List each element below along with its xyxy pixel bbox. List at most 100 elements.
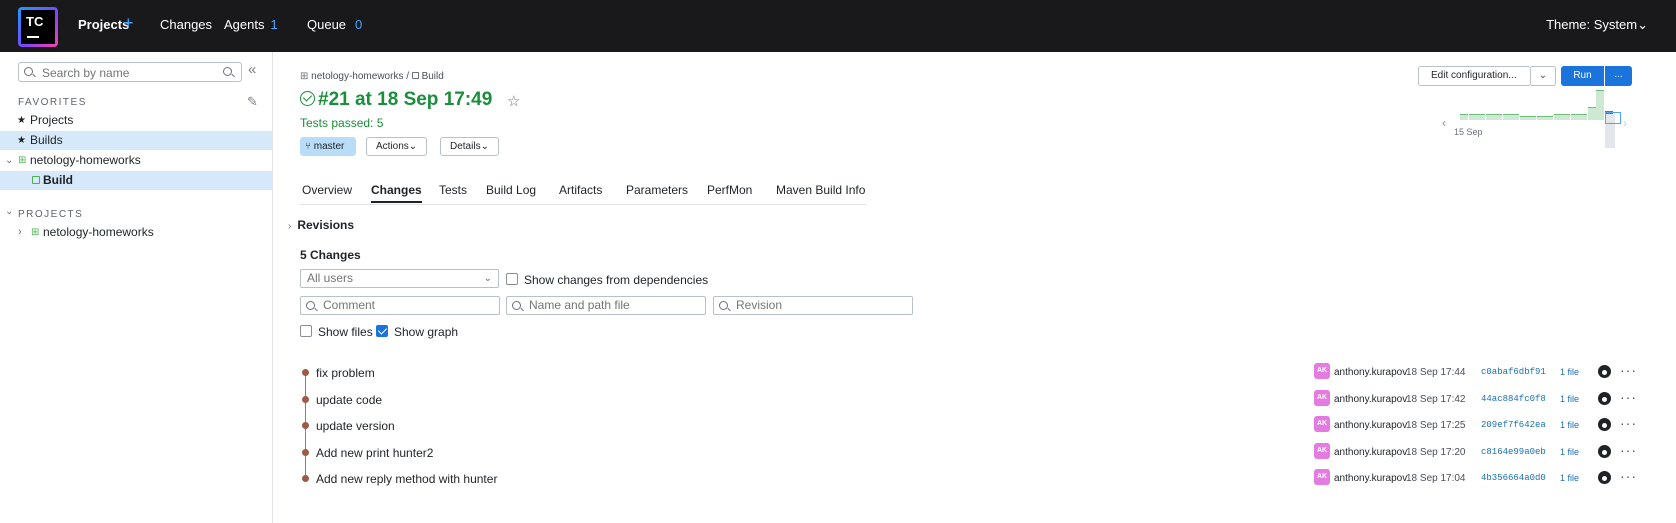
github-icon[interactable] (1598, 444, 1611, 458)
more-options-icon[interactable]: ··· (1620, 415, 1637, 431)
tab-maven-build-info[interactable]: Maven Build Info (776, 183, 865, 197)
history-bar[interactable] (1596, 90, 1604, 120)
change-files-link[interactable]: 1 file (1560, 447, 1579, 457)
change-row[interactable]: Add new print hunter2 AK anthony.kurapov 18… (300, 440, 1636, 466)
more-options-icon[interactable]: ··· (1620, 468, 1637, 484)
breadcrumb-config-link[interactable]: Build (422, 71, 444, 82)
change-message[interactable]: Add new reply method with hunter (316, 472, 497, 486)
tab-parameters[interactable]: Parameters (626, 183, 688, 197)
history-bar[interactable] (1545, 115, 1553, 120)
change-message[interactable]: Add new print hunter2 (316, 446, 433, 460)
change-row[interactable]: fix problem AK anthony.kurapov 18 Sep 17:44… (300, 360, 1636, 386)
nav-queue[interactable]: Queue 0 (307, 17, 362, 32)
tab-perfmon[interactable]: PerfMon (707, 183, 752, 197)
sidebar-search-input[interactable]: Search by name (18, 62, 242, 82)
history-selected-build[interactable] (1605, 112, 1621, 124)
more-options-icon[interactable]: ··· (1620, 389, 1637, 405)
nav-changes[interactable]: Changes (160, 17, 212, 32)
history-bar[interactable] (1519, 115, 1528, 120)
nav-projects[interactable]: Projects (78, 17, 129, 32)
chevron-down-icon[interactable]: ⌄ (5, 206, 13, 217)
more-options-icon[interactable]: ··· (1620, 442, 1637, 458)
edit-configuration-button[interactable]: Edit configuration... (1418, 66, 1531, 86)
history-bar[interactable] (1562, 114, 1570, 120)
more-options-icon[interactable]: ··· (1620, 362, 1637, 378)
sidebar-item-builds[interactable]: ★ Builds (0, 131, 272, 150)
theme-selector[interactable]: Theme: System⌄ (1546, 17, 1648, 33)
search-submit-icon[interactable] (223, 67, 232, 76)
change-author[interactable]: anthony.kurapov (1334, 394, 1407, 405)
change-row[interactable]: update code AK anthony.kurapov 18 Sep 17:42… (300, 387, 1636, 413)
chevron-right-icon[interactable]: › (1623, 116, 1627, 130)
change-revision[interactable]: 44ac884fc0f8 (1481, 394, 1546, 404)
comment-filter-input[interactable]: Comment (300, 296, 500, 315)
history-bar[interactable] (1511, 114, 1519, 120)
github-icon[interactable] (1598, 418, 1611, 431)
change-author[interactable]: anthony.kurapov (1334, 367, 1407, 378)
change-message[interactable]: update version (316, 419, 395, 433)
tab-artifacts[interactable]: Artifacts (559, 183, 602, 197)
change-row[interactable]: update version AK anthony.kurapov 18 Sep 17… (300, 413, 1636, 439)
github-icon[interactable] (1598, 391, 1611, 405)
breadcrumb-project-link[interactable]: netology-homeworks (311, 71, 403, 82)
details-dropdown[interactable]: Details⌄ (440, 137, 499, 156)
sidebar-item-project-netology-homeworks[interactable]: › ⊞ netology-homeworks (0, 223, 272, 242)
change-author[interactable]: anthony.kurapov (1334, 473, 1407, 484)
change-author[interactable]: anthony.kurapov (1334, 420, 1407, 431)
build-history-chart[interactable]: ‹ › 15 Sep (1440, 90, 1640, 152)
change-row[interactable]: Add new reply method with hunter AK anthon… (300, 466, 1636, 492)
edit-configuration-dropdown[interactable]: ⌄ (1531, 66, 1556, 86)
collapse-sidebar-icon[interactable]: « (248, 61, 256, 78)
change-message[interactable]: fix problem (316, 366, 375, 380)
show-deps-checkbox[interactable] (506, 273, 518, 285)
history-bar[interactable] (1587, 106, 1596, 120)
chevron-left-icon[interactable]: ‹ (1442, 116, 1446, 130)
change-files-link[interactable]: 1 file (1560, 473, 1579, 483)
github-icon[interactable] (1598, 365, 1611, 378)
change-revision[interactable]: c8164e99a0eb (1481, 447, 1546, 457)
history-bar[interactable] (1528, 115, 1536, 120)
tab-build-log[interactable]: Build Log (486, 183, 536, 197)
history-bar[interactable] (1536, 115, 1545, 120)
run-options-button[interactable]: ... (1605, 66, 1632, 86)
revisions-toggle[interactable]: › Revisions (288, 218, 354, 232)
change-message[interactable]: update code (316, 393, 382, 407)
actions-dropdown[interactable]: Actions⌄ (366, 137, 428, 156)
show-files-checkbox[interactable] (300, 325, 312, 337)
chevron-right-icon[interactable]: › (18, 223, 22, 242)
tab-overview[interactable]: Overview (302, 183, 352, 197)
edit-favorites-icon[interactable]: ✎ (247, 94, 258, 110)
change-files-link[interactable]: 1 file (1560, 394, 1579, 404)
teamcity-logo[interactable]: TC (18, 7, 58, 47)
history-bar[interactable] (1553, 114, 1562, 120)
sidebar-item-build[interactable]: Build (0, 171, 272, 190)
build-status-text[interactable]: Tests passed: 5 (300, 116, 383, 130)
users-select[interactable]: All users ⌄ (300, 269, 499, 288)
revision-filter-input[interactable]: Revision (713, 296, 913, 315)
nav-agents[interactable]: Agents 1 (224, 17, 278, 32)
sidebar-item-projects[interactable]: ★ Projects (0, 111, 272, 130)
path-filter-input[interactable]: Name and path file (506, 296, 706, 315)
tab-changes[interactable]: Changes (371, 183, 422, 203)
tab-tests[interactable]: Tests (439, 183, 467, 197)
favorite-star-icon[interactable]: ☆ (507, 92, 520, 110)
change-revision[interactable]: c0abaf6dbf91 (1481, 367, 1546, 377)
chevron-down-icon[interactable]: ⌄ (5, 151, 13, 170)
history-bar[interactable] (1485, 114, 1494, 120)
add-project-icon[interactable]: + (123, 13, 134, 34)
github-icon[interactable] (1598, 471, 1611, 484)
show-graph-checkbox[interactable] (376, 325, 388, 337)
history-bar[interactable] (1494, 114, 1502, 120)
change-files-link[interactable]: 1 file (1560, 367, 1579, 377)
change-revision[interactable]: 209ef7f642ea (1481, 420, 1546, 430)
history-bar[interactable] (1502, 114, 1511, 120)
branch-badge[interactable]: ⑂ master (300, 137, 356, 156)
history-bar[interactable] (1579, 114, 1587, 120)
history-bar[interactable] (1477, 114, 1485, 120)
history-bar[interactable] (1468, 114, 1477, 120)
change-author[interactable]: anthony.kurapov (1334, 447, 1407, 458)
run-button[interactable]: Run (1561, 66, 1604, 86)
change-revision[interactable]: 4b356664a0d0 (1481, 473, 1546, 483)
sidebar-item-netology-homeworks[interactable]: ⌄ ⊞ netology-homeworks (0, 151, 272, 170)
history-bar[interactable] (1570, 114, 1579, 120)
